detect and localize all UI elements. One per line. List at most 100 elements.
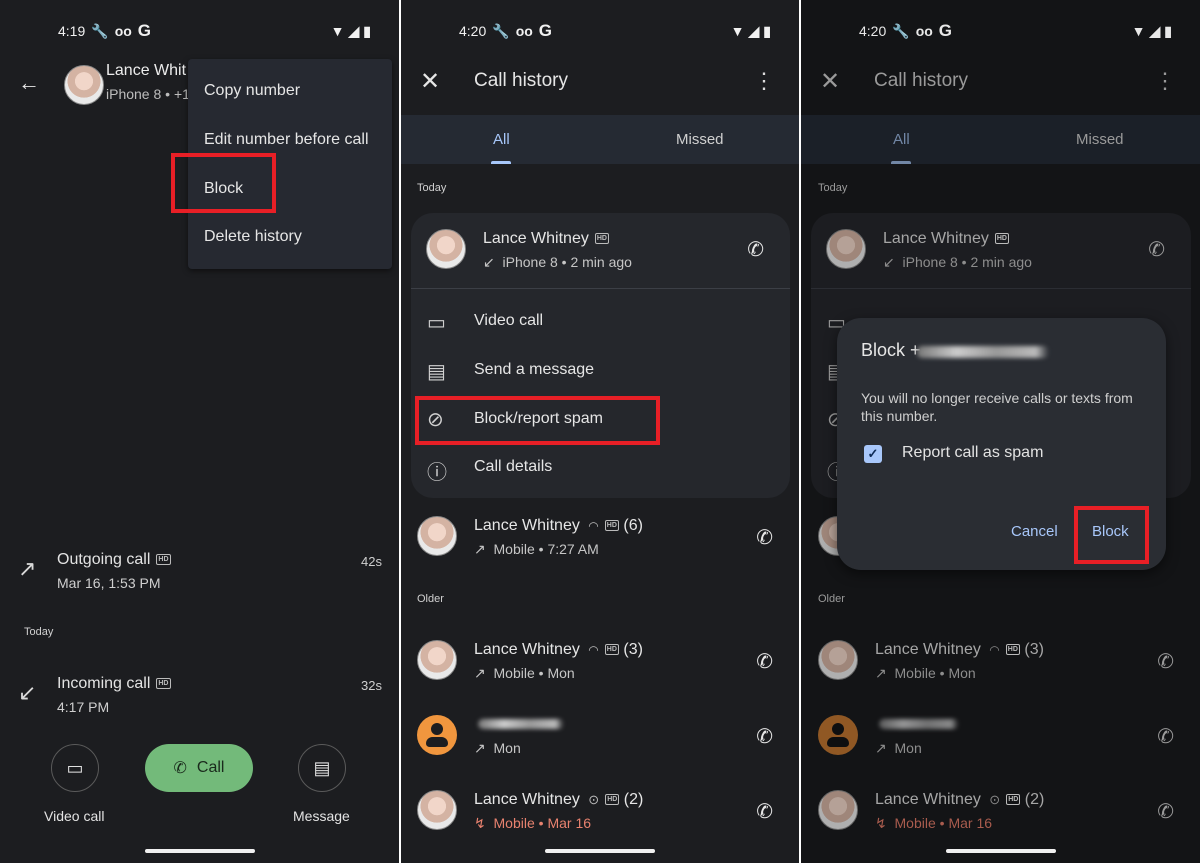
action-call-details[interactable]: Call details — [474, 458, 552, 476]
report-spam-checkbox[interactable]: ✓ — [864, 445, 882, 463]
redacted-number — [917, 346, 1049, 358]
status-bar: 4:20 🔧 oo G ▼ ◢ ▮ — [459, 20, 771, 42]
action-send-message[interactable]: Send a message — [474, 361, 594, 379]
signal-icon: ◢ — [1149, 22, 1161, 39]
hd-icon: HD — [994, 233, 1009, 245]
tab-missed[interactable]: Missed — [676, 131, 724, 148]
contact-name: Lance Whitney ◠ HD (3) — [875, 641, 1044, 659]
outgoing-arrow-icon: ↗ — [474, 740, 486, 756]
subtitle-text: iPhone 8 • 2 min ago — [502, 254, 632, 270]
expanded-call-entry: Lance Whitney HD ↙ iPhone 8 • 2 min ago ✆… — [411, 213, 790, 498]
report-spam-label[interactable]: Report call as spam — [902, 444, 1043, 462]
action-video-call[interactable]: Video call — [474, 312, 543, 330]
contact-avatar — [426, 229, 466, 269]
contact-name: Lance Whitney ⊙ HD (2) — [875, 791, 1044, 809]
phone-icon[interactable]: ✆ — [756, 649, 773, 674]
close-icon[interactable]: ✕ — [420, 67, 440, 96]
verified-check-icon: ⊙ — [989, 792, 1001, 807]
battery-icon: ▮ — [363, 22, 371, 39]
call-label: Call — [196, 759, 225, 776]
hd-icon: HD — [604, 644, 619, 656]
phone-icon[interactable]: ✆ — [747, 237, 764, 262]
video-call-button[interactable]: ▭ — [51, 744, 99, 792]
home-indicator[interactable] — [545, 849, 655, 853]
menu-item-delete-history[interactable]: Delete history — [204, 228, 302, 246]
contact-avatar — [417, 516, 457, 556]
contact-avatar — [64, 65, 104, 105]
status-bar: 4:19 🔧 oo G ▼ ◢ ▮ — [58, 20, 371, 42]
section-label-today: Today — [417, 182, 447, 194]
back-arrow-icon[interactable]: ← — [18, 70, 40, 96]
subtitle-text: Mobile • Mon — [894, 665, 976, 681]
contact-name[interactable]: Lance Whitney ◠ HD (3) — [474, 641, 643, 659]
tab-all: All — [893, 131, 910, 148]
call-count: (6) — [623, 517, 643, 534]
info-icon: ⓘ — [427, 462, 447, 484]
wrench-icon: 🔧 — [892, 22, 910, 39]
call-entry-duration: 32s — [361, 678, 382, 693]
card-divider — [411, 288, 790, 289]
hd-icon: HD — [1005, 644, 1020, 656]
outgoing-arrow-icon: ↗ — [474, 665, 486, 681]
menu-item-edit-number[interactable]: Edit number before call — [204, 131, 369, 149]
incoming-arrow-icon: ↙ — [483, 254, 495, 270]
name-text: Lance Whitney — [883, 230, 989, 247]
block-dialog-screen: 4:20 🔧 oo G ▼ ◢ ▮ ✕ Call history ⋮ All M… — [801, 0, 1200, 863]
call-button[interactable]: ✆ Call — [145, 744, 253, 792]
phone-icon: ✆ — [1148, 239, 1165, 261]
name-text: Lance Whitney — [474, 517, 580, 534]
call-subtitle: ↗ Mobile • 7:27 AM — [474, 541, 599, 558]
outgoing-arrow-icon: ↗ — [875, 665, 887, 681]
call-subtitle: ↗ Mobile • Mon — [875, 665, 976, 682]
page-title: Call history — [474, 70, 568, 91]
wifi-calling-icon: ◠ — [588, 643, 599, 657]
menu-item-copy-number[interactable]: Copy number — [204, 82, 300, 100]
cancel-button[interactable]: Cancel — [1011, 523, 1058, 540]
status-time: 4:19 — [58, 23, 86, 39]
highlight-box-block-report-spam — [415, 396, 660, 445]
hd-icon: HD — [594, 233, 609, 245]
highlight-box-block-button — [1074, 506, 1149, 564]
phone-icon[interactable]: ✆ — [756, 799, 773, 824]
battery-icon: ▮ — [1164, 22, 1172, 39]
signal-icon: ◢ — [348, 22, 360, 39]
home-indicator[interactable] — [144, 849, 255, 853]
subtitle-text: Mon — [894, 740, 922, 756]
voicemail-icon: oo — [515, 23, 533, 39]
call-count: (2) — [1024, 791, 1045, 808]
phone-icon[interactable]: ✆ — [756, 724, 773, 749]
google-icon: G — [137, 21, 152, 40]
voicemail-icon: oo — [915, 23, 933, 39]
hd-icon: HD — [604, 520, 619, 532]
outgoing-arrow-icon: ↗ — [18, 556, 37, 581]
contact-name: Lance Whitney HD — [883, 230, 1009, 248]
message-button[interactable]: ▤ — [298, 744, 346, 792]
section-label-older: Older — [818, 593, 845, 605]
wrench-icon: 🔧 — [492, 22, 510, 39]
contact-name[interactable]: Lance Whitney ⊙ HD (2) — [474, 791, 643, 809]
incoming-arrow-icon: ↙ — [18, 680, 37, 705]
contact-name[interactable]: Lance Whitney HD — [483, 230, 609, 248]
message-icon: ▤ — [313, 757, 331, 778]
name-text: Lance Whitney — [483, 230, 589, 247]
dialog-title-text: Block + — [861, 340, 921, 360]
home-indicator[interactable] — [945, 849, 1056, 853]
unknown-contact-avatar — [417, 715, 457, 755]
more-options-icon[interactable]: ⋮ — [753, 70, 775, 92]
highlight-box-block — [171, 153, 276, 213]
status-time: 4:20 — [459, 23, 487, 39]
call-subtitle: ↯ Mobile • Mar 16 — [474, 815, 591, 832]
more-options-icon: ⋮ — [1154, 68, 1176, 93]
phone-icon[interactable]: ✆ — [756, 525, 773, 550]
video-call-label: Video call — [44, 808, 105, 824]
call-type: Outgoing call — [57, 551, 151, 568]
tab-all[interactable]: All — [493, 131, 510, 148]
missed-call-icon: ↯ — [474, 815, 486, 831]
message-icon: ▤ — [427, 361, 446, 383]
dialog-body: You will no longer receive calls or text… — [861, 390, 1133, 424]
contact-subtitle: iPhone 8 • +1 — [106, 86, 190, 102]
call-entry-title: Incoming call HD — [57, 675, 171, 693]
contact-name[interactable]: Lance Whitney ◠ HD (6) — [474, 517, 643, 535]
call-entry-duration: 42s — [361, 554, 382, 569]
close-icon: ✕ — [820, 68, 841, 95]
